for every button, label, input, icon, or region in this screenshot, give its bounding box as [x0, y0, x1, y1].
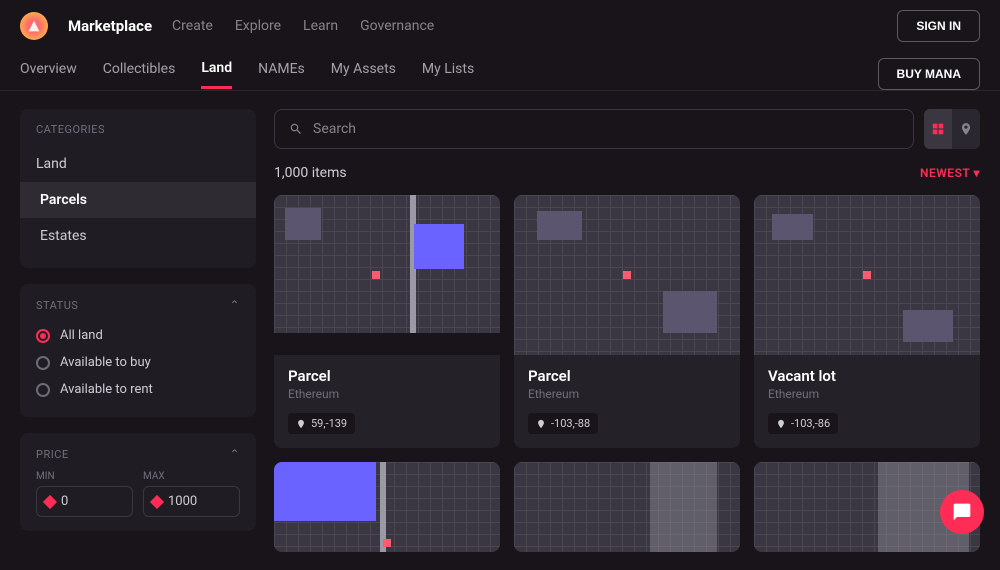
card-title: Vacant lot	[768, 367, 966, 385]
status-available-rent[interactable]: Available to rent	[20, 376, 256, 403]
map-pin-icon	[623, 271, 631, 279]
card-chain: Ethereum	[528, 387, 726, 401]
tab-myassets[interactable]: My Assets	[331, 61, 396, 87]
status-label: All land	[60, 328, 103, 343]
parcel-card[interactable]: Parcel Ethereum 59,-139	[274, 195, 500, 448]
price-min-input[interactable]: 0	[36, 486, 133, 517]
radio-icon	[36, 329, 50, 343]
price-panel: PRICE ⌃ MIN 0 MAX 1000	[20, 433, 256, 531]
location-icon	[959, 122, 973, 136]
parcel-card[interactable]	[514, 462, 740, 552]
price-min-value: 0	[61, 494, 68, 509]
price-title: PRICE ⌃	[20, 447, 256, 471]
status-all-land[interactable]: All land	[20, 322, 256, 349]
radio-icon	[36, 383, 50, 397]
sort-dropdown[interactable]: NEWEST ▾	[920, 166, 980, 180]
map-pin-icon	[372, 271, 380, 279]
price-title-label: PRICE	[36, 448, 69, 461]
radio-icon	[36, 356, 50, 370]
tab-overview[interactable]: Overview	[20, 61, 77, 87]
location-icon	[296, 419, 306, 429]
status-panel: STATUS ⌃ All land Available to buy Avail…	[20, 284, 256, 417]
location-icon	[536, 419, 546, 429]
parcel-map-thumb	[514, 462, 740, 552]
status-label: Available to rent	[60, 382, 153, 397]
search-input[interactable]: Search	[274, 109, 914, 149]
mana-icon	[43, 494, 57, 508]
chat-icon	[952, 502, 972, 522]
parcel-map-thumb	[754, 195, 980, 355]
grid-view-button[interactable]	[924, 109, 952, 149]
category-parcels[interactable]: Parcels	[20, 182, 256, 218]
price-max-value: 1000	[168, 494, 197, 509]
card-title: Parcel	[288, 367, 486, 385]
parcel-card[interactable]	[274, 462, 500, 552]
brand: Marketplace	[68, 17, 152, 35]
mana-icon	[150, 494, 164, 508]
price-max-input[interactable]: 1000	[143, 486, 240, 517]
category-land[interactable]: Land	[20, 146, 256, 182]
location-icon	[776, 419, 786, 429]
nav-learn[interactable]: Learn	[303, 18, 338, 34]
top-nav: Create Explore Learn Governance	[172, 18, 434, 34]
chevron-down-icon: ▾	[973, 166, 980, 180]
status-label: Available to buy	[60, 355, 151, 370]
sort-label: NEWEST	[920, 166, 970, 180]
search-icon	[289, 122, 303, 136]
chat-button[interactable]	[940, 490, 984, 534]
coord-value: 59,-139	[311, 417, 347, 430]
parcel-map-thumb	[274, 195, 500, 355]
tab-collectibles[interactable]: Collectibles	[103, 61, 176, 87]
search-placeholder: Search	[313, 121, 356, 137]
tab-names[interactable]: NAMEs	[258, 61, 305, 87]
parcel-card[interactable]: Parcel Ethereum -103,-88	[514, 195, 740, 448]
signin-button[interactable]: SIGN IN	[897, 10, 980, 42]
parcel-map-thumb	[514, 195, 740, 355]
coord-value: -103,-86	[791, 417, 830, 430]
nav-create[interactable]: Create	[172, 18, 213, 34]
chevron-up-icon[interactable]: ⌃	[229, 298, 240, 312]
coord-badge: -103,-88	[528, 413, 598, 434]
results-count: 1,000 items	[274, 165, 347, 181]
price-max-label: MAX	[143, 471, 240, 482]
coord-badge: 59,-139	[288, 413, 355, 434]
card-title: Parcel	[528, 367, 726, 385]
nav-explore[interactable]: Explore	[235, 18, 281, 34]
coord-value: -103,-88	[551, 417, 590, 430]
nav-governance[interactable]: Governance	[360, 18, 434, 34]
tab-land[interactable]: Land	[201, 60, 232, 89]
price-min-label: MIN	[36, 471, 133, 482]
category-estates[interactable]: Estates	[20, 218, 256, 254]
chevron-up-icon[interactable]: ⌃	[229, 447, 240, 461]
status-available-buy[interactable]: Available to buy	[20, 349, 256, 376]
map-pin-icon	[863, 271, 871, 279]
categories-panel: CATEGORIES Land Parcels Estates	[20, 109, 256, 268]
map-view-button[interactable]	[952, 109, 980, 149]
card-chain: Ethereum	[288, 387, 486, 401]
parcel-map-thumb	[274, 462, 500, 552]
status-title-label: STATUS	[36, 299, 78, 312]
coord-badge: -103,-86	[768, 413, 838, 434]
status-title: STATUS ⌃	[20, 298, 256, 322]
logo[interactable]	[20, 12, 48, 40]
grid-icon	[931, 122, 945, 136]
card-chain: Ethereum	[768, 387, 966, 401]
tab-mylists[interactable]: My Lists	[422, 61, 474, 87]
buy-mana-button[interactable]: BUY MANA	[878, 58, 980, 90]
map-pin-icon	[383, 539, 391, 547]
parcel-card[interactable]: Vacant lot Ethereum -103,-86	[754, 195, 980, 448]
categories-title: CATEGORIES	[20, 123, 256, 146]
